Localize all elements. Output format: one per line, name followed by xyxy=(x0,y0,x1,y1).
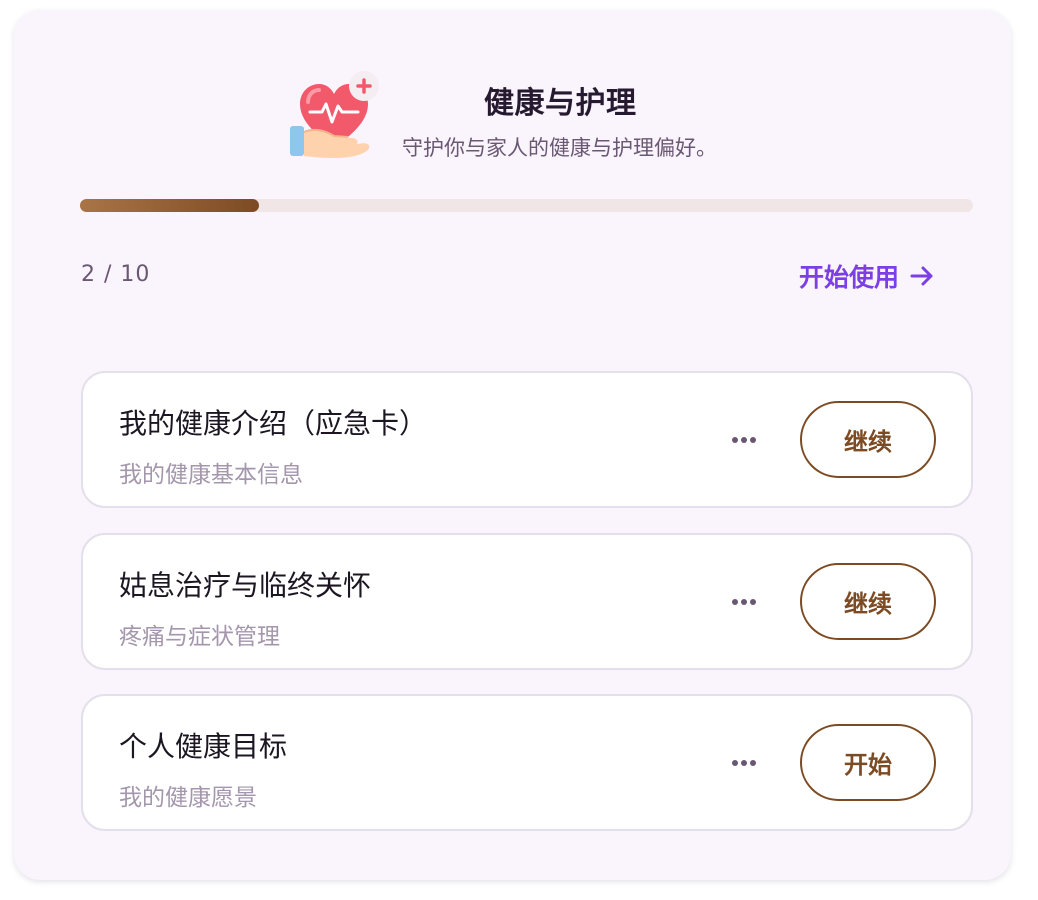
start-button[interactable]: 开始 xyxy=(800,724,936,801)
progress-bar xyxy=(80,199,973,212)
progress-counter: 2 / 10 xyxy=(81,262,151,287)
health-care-card: 健康与护理 守护你与家人的健康与护理偏好。 2 / 10 开始使用 我的健康介绍… xyxy=(14,10,1011,880)
item-title: 个人健康目标 xyxy=(119,730,288,763)
progress-fill xyxy=(80,199,259,212)
more-options-button[interactable] xyxy=(723,585,765,619)
more-options-button[interactable] xyxy=(723,423,765,457)
list-item[interactable]: 我的健康介绍（应急卡） 我的健康基本信息 继续 xyxy=(81,371,973,508)
page-title: 健康与护理 xyxy=(484,86,637,121)
item-title: 我的健康介绍（应急卡） xyxy=(119,407,428,440)
continue-button[interactable]: 继续 xyxy=(800,563,936,640)
arrow-right-icon xyxy=(910,266,933,286)
item-subtitle: 我的健康基本信息 xyxy=(119,462,303,488)
item-subtitle: 我的健康愿景 xyxy=(119,785,257,811)
list-item[interactable]: 个人健康目标 我的健康愿景 开始 xyxy=(81,694,973,831)
get-started-link[interactable]: 开始使用 xyxy=(799,258,935,294)
list-item[interactable]: 姑息治疗与临终关怀 疼痛与症状管理 继续 xyxy=(81,533,973,670)
item-subtitle: 疼痛与症状管理 xyxy=(119,624,280,650)
more-dots-icon xyxy=(732,437,756,443)
heart-care-icon xyxy=(288,68,380,164)
continue-button[interactable]: 继续 xyxy=(800,401,936,478)
page-subtitle: 守护你与家人的健康与护理偏好。 xyxy=(402,136,717,160)
more-options-button[interactable] xyxy=(723,746,765,780)
item-title: 姑息治疗与临终关怀 xyxy=(119,569,372,602)
more-dots-icon xyxy=(732,760,756,766)
more-dots-icon xyxy=(732,599,756,605)
get-started-label: 开始使用 xyxy=(798,263,899,292)
